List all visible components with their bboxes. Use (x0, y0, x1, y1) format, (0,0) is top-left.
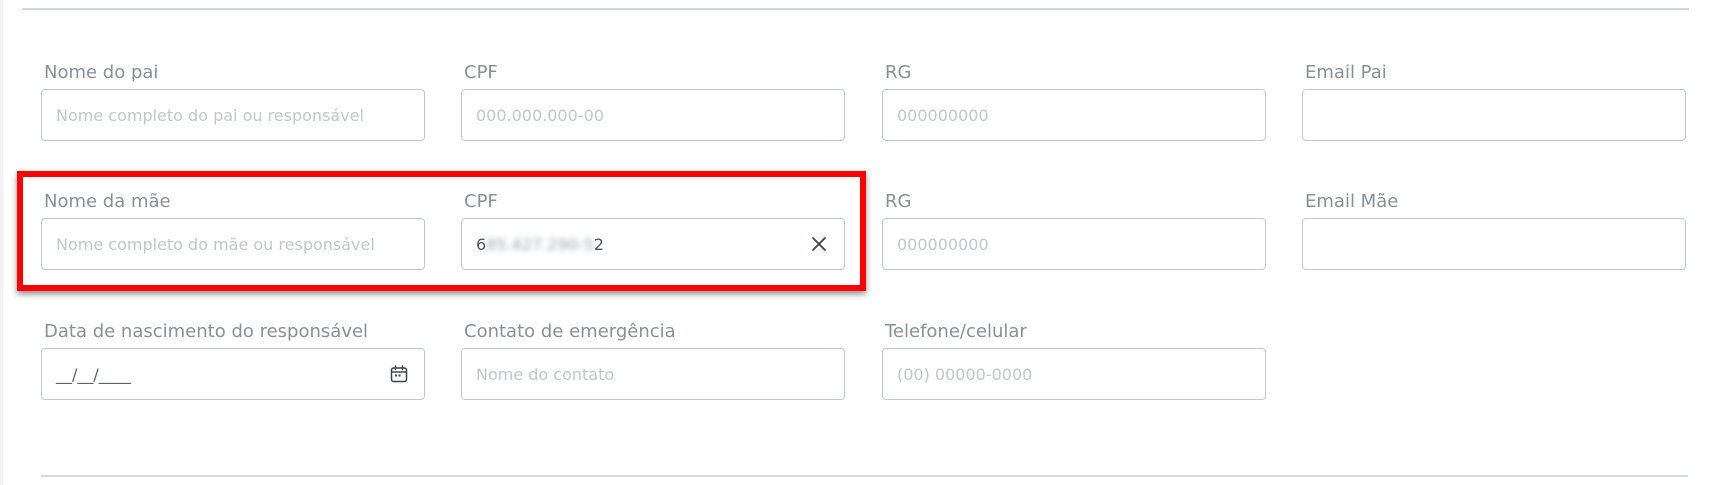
rg-mae-label: RG (885, 191, 912, 212)
section-divider-bottom (41, 475, 1688, 477)
data-nascimento-input[interactable]: __/__/____ (41, 348, 425, 400)
cpf-mae-value-blurred: 85.427.290-5 (486, 234, 594, 254)
email-pai-label: Email Pai (1305, 62, 1387, 83)
contato-emergencia-label: Contato de emergência (464, 321, 676, 342)
email-mae-label: Email Mãe (1305, 191, 1399, 212)
rg-mae-input[interactable]: 000000000 (882, 218, 1266, 270)
telefone-placeholder: (00) 00000-0000 (897, 364, 1033, 384)
rg-pai-placeholder: 000000000 (897, 105, 989, 125)
cpf-mae-value: 6 85.427.290-5 2 (476, 235, 604, 254)
nome-pai-input[interactable]: Nome completo do pai ou responsável (41, 89, 425, 141)
email-mae-input[interactable] (1302, 218, 1686, 270)
email-pai-input[interactable] (1302, 89, 1686, 141)
data-nascimento-label: Data de nascimento do responsável (44, 321, 369, 342)
close-icon[interactable] (808, 233, 830, 255)
cpf-pai-input[interactable]: 000.000.000-00 (461, 89, 845, 141)
calendar-icon[interactable] (388, 363, 410, 385)
data-nascimento-placeholder: __/__/____ (56, 364, 131, 384)
rg-pai-input[interactable]: 000000000 (882, 89, 1266, 141)
contato-emergencia-placeholder: Nome do contato (476, 364, 615, 384)
telefone-label: Telefone/celular (885, 321, 1027, 342)
rg-mae-placeholder: 000000000 (897, 234, 989, 254)
section-divider-top (22, 8, 1689, 10)
contato-emergencia-input[interactable]: Nome do contato (461, 348, 845, 400)
rg-pai-label: RG (885, 62, 912, 83)
nome-pai-placeholder: Nome completo do pai ou responsável (56, 105, 364, 125)
telefone-input[interactable]: (00) 00000-0000 (882, 348, 1266, 400)
cpf-pai-placeholder: 000.000.000-00 (476, 105, 604, 125)
nome-mae-label: Nome da mãe (44, 191, 171, 212)
cpf-mae-label: CPF (464, 191, 498, 212)
cpf-mae-value-first: 6 (476, 234, 487, 254)
cpf-pai-label: CPF (464, 62, 498, 83)
nome-mae-placeholder: Nome completo do mãe ou responsável (56, 234, 375, 254)
cpf-mae-input[interactable]: 6 85.427.290-5 2 (461, 218, 845, 270)
page-left-edge (0, 0, 3, 485)
cpf-mae-value-last: 2 (593, 234, 604, 254)
nome-pai-label: Nome do pai (44, 62, 159, 83)
nome-mae-input[interactable]: Nome completo do mãe ou responsável (41, 218, 425, 270)
